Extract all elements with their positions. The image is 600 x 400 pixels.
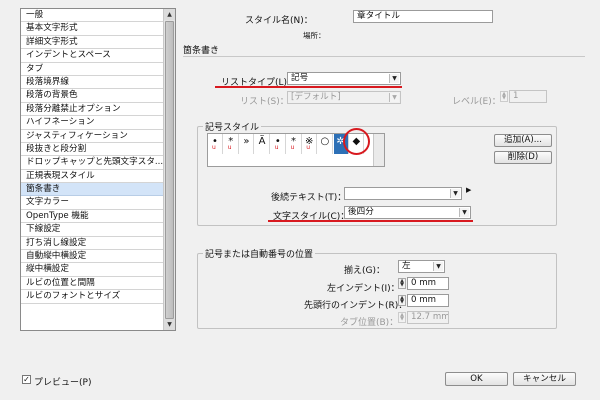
sidebar-item[interactable]: OpenType 機能 [21, 210, 164, 224]
checkmark-icon: ✓ [23, 375, 30, 384]
sidebar-item[interactable]: 段落境界線 [21, 76, 164, 90]
text-after-select[interactable]: ▼ [344, 187, 462, 200]
bullet-glyph-cell[interactable]: ○ [318, 134, 333, 154]
list-type-select[interactable]: 記号 ▼ [287, 72, 401, 85]
sidebar-item[interactable]: ジャスティフィケーション [21, 130, 164, 143]
sidebar-item[interactable]: インデントとスペース [21, 49, 164, 63]
bullet-glyph: » [243, 136, 250, 147]
chevron-down-icon: ▼ [389, 74, 399, 83]
category-items: 一般 基本文字形式 詳細文字形式 インデントとスペース タブ 段落境界線 段落の背景色 段落分… [21, 9, 164, 304]
style-name-input[interactable]: 章タイトル [353, 10, 493, 23]
align-select[interactable]: 左 ▼ [398, 260, 445, 273]
tab-position-label: タブ位置(B)： [340, 318, 399, 328]
sidebar-item[interactable]: 箇条書き [21, 183, 164, 197]
sidebar-item[interactable]: 打ち消し線設定 [21, 237, 164, 251]
list-type-highlight-underline [215, 86, 402, 88]
sidebar-item[interactable]: 基本文字形式 [21, 22, 164, 36]
char-style-select[interactable]: 後四分 ▼ [344, 206, 471, 219]
delete-button[interactable]: 削除(D) [494, 151, 552, 164]
list-type-value: 記号 [291, 73, 309, 83]
char-style-highlight-underline [268, 220, 473, 222]
bullet-underline-marker: u [227, 144, 232, 151]
sidebar-item[interactable]: 正規表現スタイル [21, 170, 164, 184]
sidebar-item[interactable]: ルビのフォントとサイズ [21, 290, 164, 304]
special-char-flyout-icon[interactable]: ▶ [466, 186, 471, 194]
char-style-value: 後四分 [348, 207, 374, 217]
sidebar-item[interactable]: 詳細文字形式 [21, 36, 164, 50]
first-indent-spinner-arrows-icon[interactable]: ▲ ▼ [398, 295, 406, 306]
bullet-glyph-cell[interactable]: ※ u [302, 134, 318, 154]
category-list-scrollbar[interactable]: ▲ ▼ [163, 9, 175, 330]
bullet-grid-scrollbar[interactable] [373, 134, 384, 166]
level-input[interactable]: 1 [509, 90, 547, 103]
sidebar-item[interactable]: タブ [21, 63, 164, 76]
sidebar-item[interactable]: 縦中横設定 [21, 263, 164, 277]
tab-position-input[interactable]: 12.7 mm [407, 311, 449, 324]
section-divider [183, 56, 585, 57]
sidebar-item[interactable]: 自動縦中横設定 [21, 250, 164, 264]
preview-checkbox[interactable]: ✓ [22, 375, 31, 384]
bullet-glyph-cell[interactable]: Ä [255, 134, 271, 154]
cancel-button[interactable]: キャンセル [513, 372, 576, 386]
bullet-glyph-cell[interactable]: • u [208, 134, 223, 154]
bullet-glyph: Ä [258, 136, 266, 147]
bullet-glyph: ○ [320, 136, 330, 147]
add-button[interactable]: 追加(A)... [494, 134, 552, 147]
align-label: 揃え(G)： [344, 266, 385, 276]
bullet-glyph-cell[interactable]: * u [287, 134, 302, 154]
bullet-underline-marker: u [290, 144, 295, 151]
scroll-up-arrow-icon[interactable]: ▲ [164, 9, 175, 20]
level-spinner-arrows-icon[interactable]: ▲ ▼ [500, 91, 508, 102]
bullet-underline-marker: u [306, 144, 310, 151]
category-list[interactable]: 一般 基本文字形式 詳細文字形式 インデントとスペース タブ 段落境界線 段落の背景色 段落分… [20, 8, 176, 331]
text-after-label: 後続テキスト(T)： [271, 193, 347, 203]
position-group-title: 記号または自動番号の位置 [203, 247, 316, 260]
preview-label: プレビュー(P) [34, 378, 92, 388]
sidebar-item[interactable]: 段落の背景色 [21, 89, 164, 103]
list-select[interactable]: [デフォルト] ▼ [287, 91, 401, 104]
scroll-down-arrow-icon[interactable]: ▼ [164, 319, 175, 330]
left-indent-label: 左インデント(I)： [327, 284, 400, 294]
first-indent-input[interactable]: 0 mm [407, 294, 449, 307]
sidebar-item[interactable]: ルビの位置と間隔 [21, 277, 164, 291]
style-name-label: スタイル名(N)： [245, 16, 313, 26]
bullet-underline-marker: u [274, 144, 279, 151]
level-label: レベル(E)： [452, 97, 501, 107]
bullet-glyph-cell[interactable]: • u [271, 134, 286, 154]
first-indent-label: 先頭行のインデント(R)： [304, 301, 408, 311]
left-indent-spinner-arrows-icon[interactable]: ▲ ▼ [398, 278, 406, 289]
scroll-thumb[interactable] [165, 21, 174, 319]
sidebar-item[interactable]: 文字カラー [21, 196, 164, 210]
bullet-underline-marker: u [212, 144, 216, 151]
chevron-down-icon: ▼ [433, 262, 443, 271]
sidebar-item[interactable]: 下線設定 [21, 223, 164, 237]
sidebar-item[interactable]: ドロップキャップと先頭文字スタ... [21, 156, 164, 170]
sidebar-item[interactable]: 段落分離禁止オプション [21, 103, 164, 117]
sidebar-item[interactable]: 段抜きと段分割 [21, 143, 164, 157]
left-indent-input[interactable]: 0 mm [407, 277, 449, 290]
chevron-down-icon: ▼ [389, 93, 399, 102]
section-title: 箇条書き [183, 46, 220, 56]
align-value: 左 [402, 261, 411, 271]
tab-position-spinner-arrows-icon[interactable]: ▲ ▼ [398, 312, 406, 323]
chevron-down-icon: ▼ [450, 189, 460, 198]
list-value: [デフォルト] [291, 92, 341, 102]
sidebar-item[interactable]: ハイフネーション [21, 116, 164, 130]
list-label: リスト(S)： [240, 97, 289, 107]
ok-button[interactable]: OK [445, 372, 508, 386]
bullet-glyph-cell[interactable]: » [239, 134, 255, 154]
chevron-down-icon: ▼ [459, 208, 469, 217]
bullet-style-group-title: 記号スタイル [203, 120, 262, 133]
selected-bullet-highlight-circle [343, 128, 370, 155]
sidebar-item[interactable]: 一般 [21, 9, 164, 23]
location-label: 場所： [303, 31, 326, 40]
bullet-glyph-cell[interactable]: * u [224, 134, 239, 154]
